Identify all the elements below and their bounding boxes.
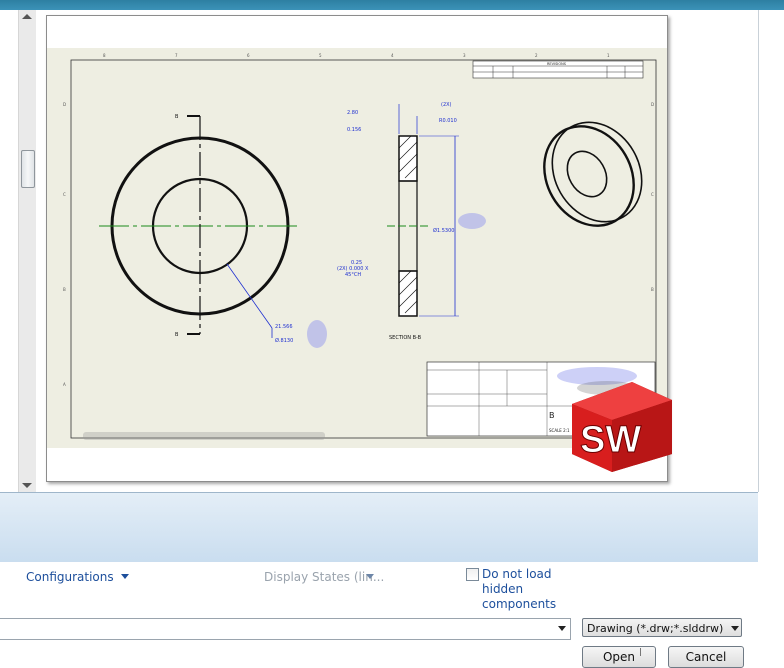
hidden-components-label: Do not load hidden components bbox=[482, 567, 557, 611]
file-list-scrollbar[interactable] bbox=[18, 10, 36, 492]
dialog-panel-divider bbox=[0, 492, 784, 563]
svg-text:(2X): (2X) bbox=[441, 102, 452, 108]
svg-text:Ø1.5300: Ø1.5300 bbox=[433, 227, 454, 234]
file-name-input[interactable] bbox=[0, 618, 571, 640]
svg-text:0.156: 0.156 bbox=[347, 127, 361, 133]
svg-text:B: B bbox=[549, 411, 555, 420]
revisions-table: REVISIONS bbox=[472, 60, 644, 79]
svg-text:Ø.8130: Ø.8130 bbox=[275, 337, 293, 344]
svg-text:B: B bbox=[651, 287, 654, 292]
scroll-down-icon[interactable] bbox=[22, 483, 32, 488]
chevron-down-icon bbox=[366, 574, 374, 579]
svg-text:21.566: 21.566 bbox=[275, 324, 293, 330]
options-row bbox=[0, 562, 784, 655]
file-type-chevron-icon[interactable] bbox=[731, 626, 739, 631]
window-title-strip bbox=[0, 0, 784, 10]
divider-right-blank bbox=[758, 492, 784, 562]
svg-text:B: B bbox=[175, 332, 179, 338]
chevron-down-icon[interactable] bbox=[121, 574, 129, 579]
svg-text:A: A bbox=[63, 382, 66, 387]
svg-text:R0.010: R0.010 bbox=[439, 118, 457, 124]
solidworks-logo: SW bbox=[572, 382, 672, 472]
svg-text:SW: SW bbox=[580, 419, 641, 461]
svg-text:SCALE 2:1: SCALE 2:1 bbox=[549, 428, 570, 433]
svg-text:2.80: 2.80 bbox=[347, 110, 358, 116]
svg-text:C: C bbox=[651, 192, 654, 197]
right-pane-edge bbox=[758, 10, 784, 492]
svg-text:SECTION B-B: SECTION B-B bbox=[389, 335, 422, 341]
svg-text:REVISIONS: REVISIONS bbox=[547, 62, 567, 66]
svg-text:45°CH: 45°CH bbox=[345, 272, 361, 278]
svg-text:D: D bbox=[63, 102, 66, 107]
file-type-select[interactable]: Drawing (*.drw;*.slddrw) bbox=[582, 618, 742, 637]
svg-text:B: B bbox=[175, 114, 179, 120]
cancel-button[interactable]: Cancel bbox=[668, 646, 744, 668]
file-name-dropdown-icon[interactable] bbox=[558, 626, 566, 631]
open-button[interactable]: Open bbox=[582, 646, 656, 668]
scroll-up-icon[interactable] bbox=[22, 14, 32, 19]
svg-text:D: D bbox=[651, 102, 654, 107]
hidden-components-checkbox[interactable] bbox=[466, 568, 479, 581]
blurred-text bbox=[83, 432, 325, 440]
configurations-dropdown[interactable]: Configurations bbox=[26, 570, 114, 584]
svg-text:C: C bbox=[63, 192, 66, 197]
scroll-thumb[interactable] bbox=[21, 150, 35, 188]
file-list-pane[interactable] bbox=[0, 10, 12, 492]
svg-text:B: B bbox=[63, 287, 66, 292]
